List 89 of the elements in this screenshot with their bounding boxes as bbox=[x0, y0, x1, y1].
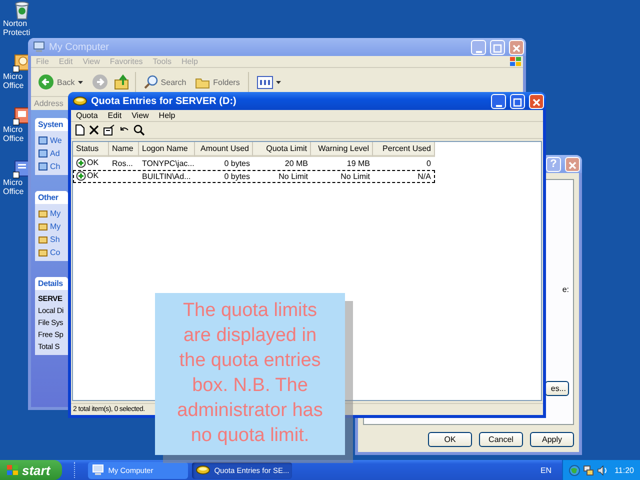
table-cell-text: 0 bytes bbox=[223, 158, 251, 169]
bin-icon[interactable] bbox=[13, 0, 31, 20]
task-link[interactable]: My bbox=[50, 222, 61, 230]
search-icon bbox=[144, 75, 158, 89]
folders-button[interactable]: Folders bbox=[192, 74, 243, 90]
task-link[interactable]: Ad bbox=[50, 148, 60, 158]
column-header[interactable]: Amount Used bbox=[195, 142, 253, 157]
globe-icon[interactable] bbox=[568, 464, 580, 476]
callout-note: The quota limits are displayed in the quota entries box. N.B. The administrator has no quota limit. bbox=[155, 293, 345, 455]
minimize-icon bbox=[496, 104, 502, 106]
column-header[interactable]: Name bbox=[109, 142, 139, 157]
task-link[interactable]: Co bbox=[50, 248, 60, 256]
views-icon bbox=[256, 76, 273, 88]
quota-entry-row[interactable]: OK BUILTIN\Ad... 0 bytes No Limit No Limit N/A bbox=[73, 170, 435, 183]
column-header[interactable]: Logon Name bbox=[139, 142, 195, 157]
column-header[interactable]: Warning Level bbox=[311, 142, 373, 157]
window-title: My Computer bbox=[49, 42, 110, 52]
table-cell-text: Ros... bbox=[111, 158, 134, 169]
entries-button[interactable]: es... bbox=[545, 381, 569, 396]
task-link[interactable]: Ch bbox=[50, 162, 60, 170]
panel-title[interactable]: Details bbox=[35, 277, 68, 290]
document-icon[interactable] bbox=[13, 159, 31, 179]
minimize-button[interactable] bbox=[491, 94, 506, 108]
table-cell-text: BUILTIN\Ad... bbox=[141, 171, 192, 182]
back-button[interactable]: Back bbox=[35, 73, 86, 91]
table-cell-text: No Limit bbox=[340, 171, 371, 182]
network-icon[interactable] bbox=[582, 464, 594, 476]
caret-icon bbox=[78, 80, 83, 84]
menu-item[interactable]: View bbox=[126, 111, 154, 120]
field-label: e: bbox=[562, 285, 569, 294]
panel-title[interactable]: Systen bbox=[35, 118, 68, 131]
start-button[interactable]: start bbox=[0, 460, 62, 480]
desktop-icon-label: Micro bbox=[3, 73, 23, 82]
slides-icon[interactable] bbox=[13, 106, 31, 126]
table-cell-text: No Limit bbox=[278, 171, 309, 182]
calendar-icon[interactable] bbox=[13, 53, 31, 73]
menu-item[interactable]: Help bbox=[154, 111, 180, 120]
speaker-icon[interactable] bbox=[596, 464, 608, 476]
menu-item[interactable]: Quota bbox=[71, 111, 103, 120]
quota-entry-row[interactable]: OK Ros... TONYPC\jac... 0 bytes 20 MB 19 MB 0 bbox=[73, 157, 435, 170]
search-button[interactable]: Search bbox=[140, 74, 190, 90]
flag-icon bbox=[509, 56, 523, 67]
minimize-icon bbox=[476, 50, 482, 52]
status-icon bbox=[76, 158, 86, 168]
dialog-button[interactable]: Apply bbox=[530, 432, 574, 447]
close-button[interactable] bbox=[529, 94, 544, 108]
delete-icon[interactable] bbox=[89, 125, 99, 135]
window-title: Quota Entries for SERVER (D:) bbox=[91, 96, 238, 106]
address-label: Address bbox=[34, 99, 64, 108]
status-text: OK bbox=[87, 171, 99, 180]
drive-icon bbox=[73, 96, 87, 106]
new-document-icon[interactable] bbox=[75, 124, 85, 136]
panel-title[interactable]: Other bbox=[35, 191, 68, 204]
dialog-button[interactable]: OK bbox=[428, 432, 472, 447]
table-cell-text: 0 bytes bbox=[223, 171, 251, 182]
desktop-icon-label: Office bbox=[3, 134, 24, 143]
desktop-icon-label: Norton bbox=[3, 20, 28, 28]
clock: 11:20 bbox=[614, 466, 634, 474]
language-indicator[interactable]: EN bbox=[540, 466, 552, 474]
column-header[interactable]: Quota Limit bbox=[253, 142, 311, 157]
column-header[interactable]: Percent Used bbox=[373, 142, 435, 157]
desktop-icon-label: Micro bbox=[3, 126, 23, 134]
up-folder-icon[interactable] bbox=[114, 74, 130, 90]
status-text: OK bbox=[87, 158, 99, 167]
properties-icon[interactable] bbox=[103, 124, 115, 136]
table-cell-text: TONYPC\jac... bbox=[141, 158, 195, 169]
task-link[interactable]: My bbox=[50, 208, 61, 218]
desktop-icon-label: Micro bbox=[3, 179, 23, 188]
dialog-button[interactable]: Cancel bbox=[479, 432, 523, 447]
table-cell-text: 0 bbox=[426, 158, 432, 169]
table-cell-text: 20 MB bbox=[284, 158, 309, 169]
computer-icon bbox=[33, 41, 45, 53]
desktop-icon-label: Protecti bbox=[3, 28, 30, 37]
table-cell-text: 19 MB bbox=[346, 158, 371, 169]
task-link[interactable]: Sh bbox=[50, 234, 60, 244]
search-icon[interactable] bbox=[133, 124, 145, 136]
table-cell-text: N/A bbox=[416, 171, 432, 182]
flag-icon bbox=[6, 464, 19, 476]
maximize-button[interactable] bbox=[510, 94, 525, 108]
menu-item[interactable]: Edit bbox=[102, 111, 127, 120]
status-icon bbox=[76, 170, 86, 180]
desktop-icon-label: Office bbox=[3, 188, 24, 196]
computer-icon bbox=[92, 464, 104, 476]
drive-icon bbox=[196, 465, 210, 475]
folder-icon bbox=[195, 76, 210, 88]
caret-icon bbox=[276, 80, 281, 84]
desktop-icon-label: Office bbox=[3, 82, 24, 90]
task-link[interactable]: We bbox=[50, 136, 62, 144]
column-header[interactable]: Status bbox=[73, 142, 109, 157]
